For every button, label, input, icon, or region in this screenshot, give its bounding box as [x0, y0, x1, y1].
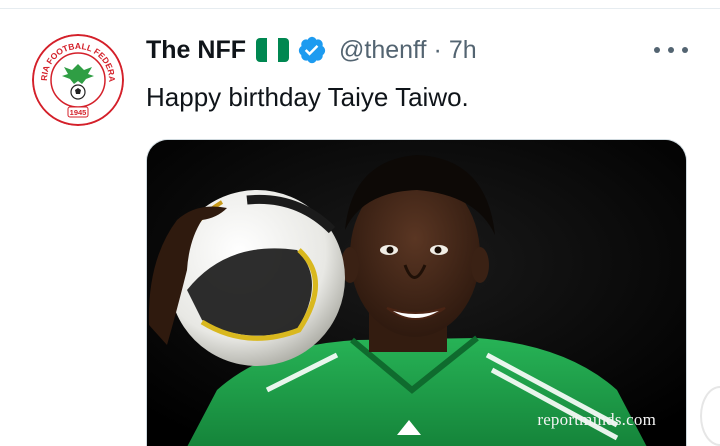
author-handle[interactable]: @thenff	[339, 36, 426, 65]
more-dot	[682, 47, 688, 53]
author-name[interactable]: The NFF	[146, 36, 246, 65]
tweet-text: Happy birthday Taiye Taiwo.	[146, 82, 469, 112]
more-options-icon[interactable]	[654, 40, 688, 60]
tweet-timestamp[interactable]: 7h	[449, 36, 477, 65]
tweet-header: The NFF @thenff · 7h	[146, 30, 477, 70]
more-dot	[654, 47, 660, 53]
watermark: reportminds.com	[537, 410, 656, 429]
tweet-media-image[interactable]: reportminds.com	[146, 139, 687, 446]
top-divider	[0, 8, 720, 9]
more-dot	[668, 47, 674, 53]
nigeria-flag-icon	[256, 38, 289, 62]
nff-logo: NIGERIA FOOTBALL FEDERATION 1945	[32, 34, 124, 126]
player-photo	[147, 140, 686, 446]
logo-year: 1945	[70, 108, 87, 117]
separator-dot: ·	[433, 35, 442, 64]
verified-badge-icon	[297, 35, 327, 65]
corner-decoration	[700, 386, 720, 446]
avatar[interactable]: NIGERIA FOOTBALL FEDERATION 1945	[32, 34, 124, 126]
